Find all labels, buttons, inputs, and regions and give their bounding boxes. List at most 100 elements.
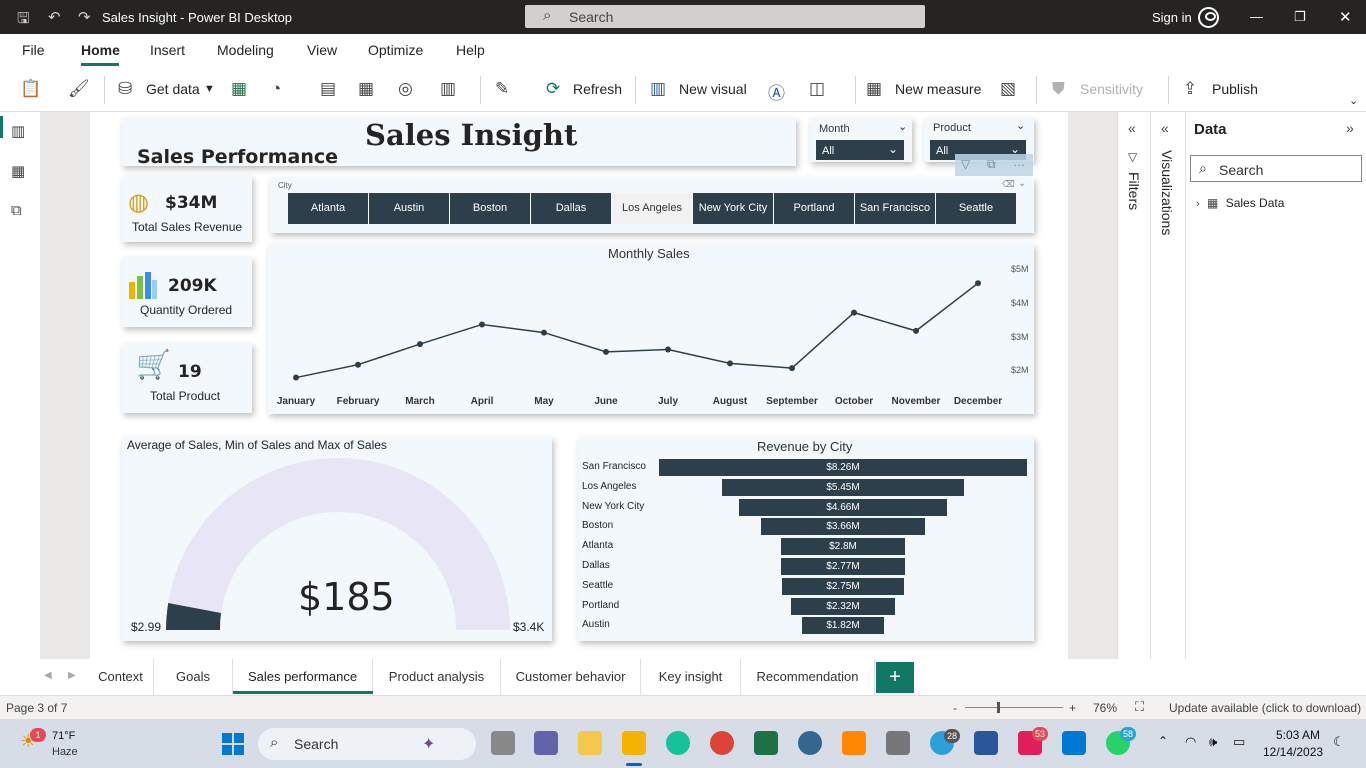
weather-temp[interactable]: 71°F [52,730,75,742]
data-search-input[interactable]: ⌕ Search [1190,155,1362,182]
city-bar-portland[interactable]: $2.32M [791,597,895,615]
filters-pane[interactable]: « ▽ Filters [1117,112,1150,659]
refresh-icon[interactable]: ⟳ [546,79,560,99]
volume-icon[interactable]: 🕪 [1209,734,1217,750]
paste-icon[interactable]: 📋 [20,79,41,99]
get-data-button[interactable]: Get data [146,81,200,97]
undo-icon[interactable]: ↶ [48,8,61,26]
grammarly-icon[interactable] [666,731,690,755]
city-bar-dallas[interactable]: $2.77M [781,558,905,575]
table-view-icon[interactable]: ▦ [11,162,29,180]
close-icon[interactable]: ✕ [1339,8,1352,26]
zoom-level[interactable]: 76% [1093,701,1117,715]
file-explorer-icon[interactable] [578,731,602,755]
chrome-icon[interactable] [710,731,734,755]
show-hidden-icons[interactable]: ⌃ [1158,734,1168,748]
battery-icon[interactable]: ▭ [1233,734,1245,750]
collapse-left-icon[interactable]: « [1161,120,1169,136]
minimize-icon[interactable]: — [1250,9,1263,24]
new-measure-button[interactable]: New measure [895,81,981,97]
city-button-seattle[interactable]: Seattle [936,193,1016,224]
global-search[interactable]: ⌕ Search [525,5,925,28]
zoom-in-button[interactable]: + [1069,701,1076,715]
eraser-icon[interactable]: ⌫ [1002,179,1015,190]
tab-context[interactable]: Context [88,659,154,695]
zoom-out-button[interactable]: - [953,701,957,715]
zoom-slider-thumb[interactable] [997,702,1000,713]
scroll-right-icon[interactable]: ▶ [68,670,76,681]
city-button-san-francisco[interactable]: San Francisco [855,193,935,224]
city-button-boston[interactable]: Boston [450,193,530,224]
visualizations-pane[interactable]: « Visualizations [1150,112,1185,659]
city-button-austin[interactable]: Austin [369,193,449,224]
more-visuals-icon[interactable]: ◫ [809,79,825,99]
menu-optimize[interactable]: Optimize [368,42,423,58]
edit-queries-icon[interactable]: ✎ [495,79,509,99]
city-button-new-york-city[interactable]: New York City [693,193,773,224]
vlc-icon[interactable] [842,731,866,755]
tab-goals[interactable]: Goals [154,659,233,695]
dataverse-icon[interactable]: ▤ [320,79,336,99]
format-painter-icon[interactable]: 🖌 [68,79,90,99]
excel-icon[interactable] [754,731,778,755]
recorder-icon[interactable] [886,731,910,755]
tab-customer-behavior[interactable]: Customer behavior [501,659,641,695]
recent-sources-icon[interactable]: ◎ [398,79,413,99]
city-bar-los-angeles[interactable]: $5.45M [721,478,965,496]
chevron-down-icon[interactable]: ▼ [204,83,215,95]
visualizations-pane-label[interactable]: Visualizations [1159,150,1175,235]
city-bar-atlanta[interactable]: $2.8M [780,538,906,556]
city-button-los-angeles[interactable]: Los Angeles [612,193,692,224]
word-icon[interactable] [974,731,998,755]
report-view-icon[interactable]: ▥ [11,122,29,140]
tab-product-analysis[interactable]: Product analysis [373,659,501,695]
update-notice[interactable]: Update available (click to download) [1169,701,1361,715]
zoom-slider[interactable] [965,707,1063,708]
microsoft-store-icon[interactable] [1062,731,1086,755]
city-button-dallas[interactable]: Dallas [531,193,611,224]
publish-button[interactable]: Publish [1212,81,1258,97]
scroll-left-icon[interactable]: ◀ [44,670,52,681]
menu-help[interactable]: Help [456,42,485,58]
windows-start-icon[interactable] [222,733,244,755]
filters-pane-label[interactable]: Filters [1126,172,1142,210]
clock-time[interactable]: 5:03 AM [1276,728,1320,742]
power-bi-icon[interactable] [622,731,646,755]
new-visual-button[interactable]: New visual [679,81,747,97]
clock-date[interactable]: 12/14/2023 [1263,745,1323,759]
city-bar-new-york-city[interactable]: $4.66M [739,498,947,516]
collapse-left-icon[interactable]: « [1128,120,1136,136]
table-sales-data[interactable]: › ▦ Sales Data [1196,196,1284,210]
excel-icon[interactable]: ▦ [231,79,247,99]
month-dropdown[interactable]: All ⌄ [816,140,904,160]
menu-view[interactable]: View [307,42,337,58]
teams-icon[interactable] [534,731,558,755]
menu-insert[interactable]: Insert [150,42,185,58]
menu-file[interactable]: File [22,42,45,58]
ribbon-collapse-icon[interactable]: ⌄ [1349,94,1358,107]
tab-sales-performance[interactable]: Sales performance [233,659,373,695]
model-view-icon[interactable]: ⧉ [11,202,29,219]
transform-data-icon[interactable]: ▥ [440,79,456,99]
city-bar-seattle[interactable]: $2.75M [781,577,905,595]
task-view-icon[interactable] [491,731,515,755]
city-button-atlanta[interactable]: Atlanta [288,193,368,224]
refresh-button[interactable]: Refresh [573,81,622,97]
quick-measure-icon[interactable]: ▧ [1000,79,1016,99]
focus-mode-icon[interactable]: ⧉ [987,157,996,172]
city-bar-san-francisco[interactable]: $8.26M [659,459,1027,476]
tab-recommendation[interactable]: Recommendation [741,659,875,695]
onelake-icon[interactable]: ◔ [271,79,281,99]
notifications-icon[interactable]: ☾ [1333,734,1345,750]
enter-data-icon[interactable]: ▦ [358,79,374,99]
chevron-right-icon[interactable]: › [1196,198,1200,210]
city-bar-austin[interactable]: $1.82M [802,617,884,635]
taskbar-search[interactable]: ⌕ Search ✦ [258,728,476,760]
add-page-button[interactable]: + [876,662,914,693]
city-bar-boston[interactable]: $3.66M [761,518,925,536]
redo-icon[interactable]: ↷ [78,8,91,26]
collapse-right-icon[interactable]: » [1346,120,1354,136]
more-options-icon[interactable]: … [1013,155,1025,169]
postgresql-icon[interactable] [798,731,822,755]
city-button-portland[interactable]: Portland [774,193,854,224]
